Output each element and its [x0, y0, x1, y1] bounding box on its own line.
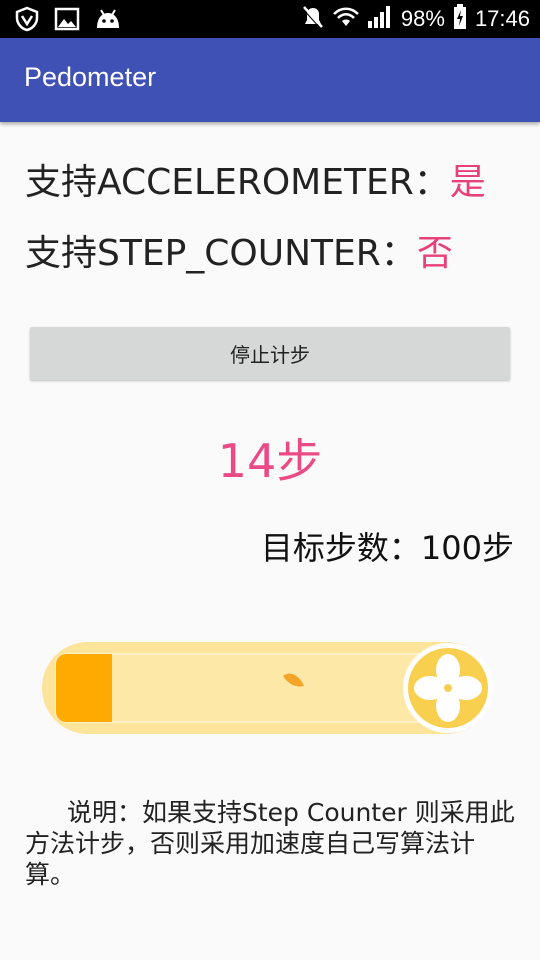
step-counter-support-row: 支持STEP_COUNTER：否	[25, 224, 453, 276]
wifi-icon	[333, 6, 359, 32]
app-bar: Pedometer	[0, 38, 540, 122]
stop-counting-button[interactable]: 停止计步	[30, 327, 510, 380]
accelerometer-support-row: 支持ACCELEROMETER：是	[25, 153, 486, 205]
step-count: 14步	[217, 434, 323, 488]
shield-icon	[14, 6, 40, 36]
step-counter-support-label: 支持STEP_COUNTER：	[25, 233, 417, 274]
step-progress-bar	[42, 640, 494, 736]
battery-icon	[453, 4, 467, 34]
progress-inner	[55, 653, 457, 723]
battery-percent: 98%	[400, 6, 445, 31]
status-bar: 98% 17:46	[0, 0, 540, 38]
target-steps: 目标步数：100步	[260, 529, 514, 567]
mute-icon	[301, 4, 325, 34]
image-icon	[54, 7, 80, 35]
android-icon	[94, 8, 122, 34]
clock: 17:46	[474, 6, 530, 31]
app-title: Pedometer	[24, 62, 157, 92]
accelerometer-support-value: 是	[449, 162, 486, 203]
accelerometer-support-label: 支持ACCELEROMETER：	[25, 162, 450, 203]
step-counter-support-value: 否	[416, 233, 453, 274]
signal-icon	[367, 5, 393, 33]
description-text: 说明：如果支持Step Counter 则采用此方法计步，否则采用加速度自己写算…	[25, 798, 515, 889]
